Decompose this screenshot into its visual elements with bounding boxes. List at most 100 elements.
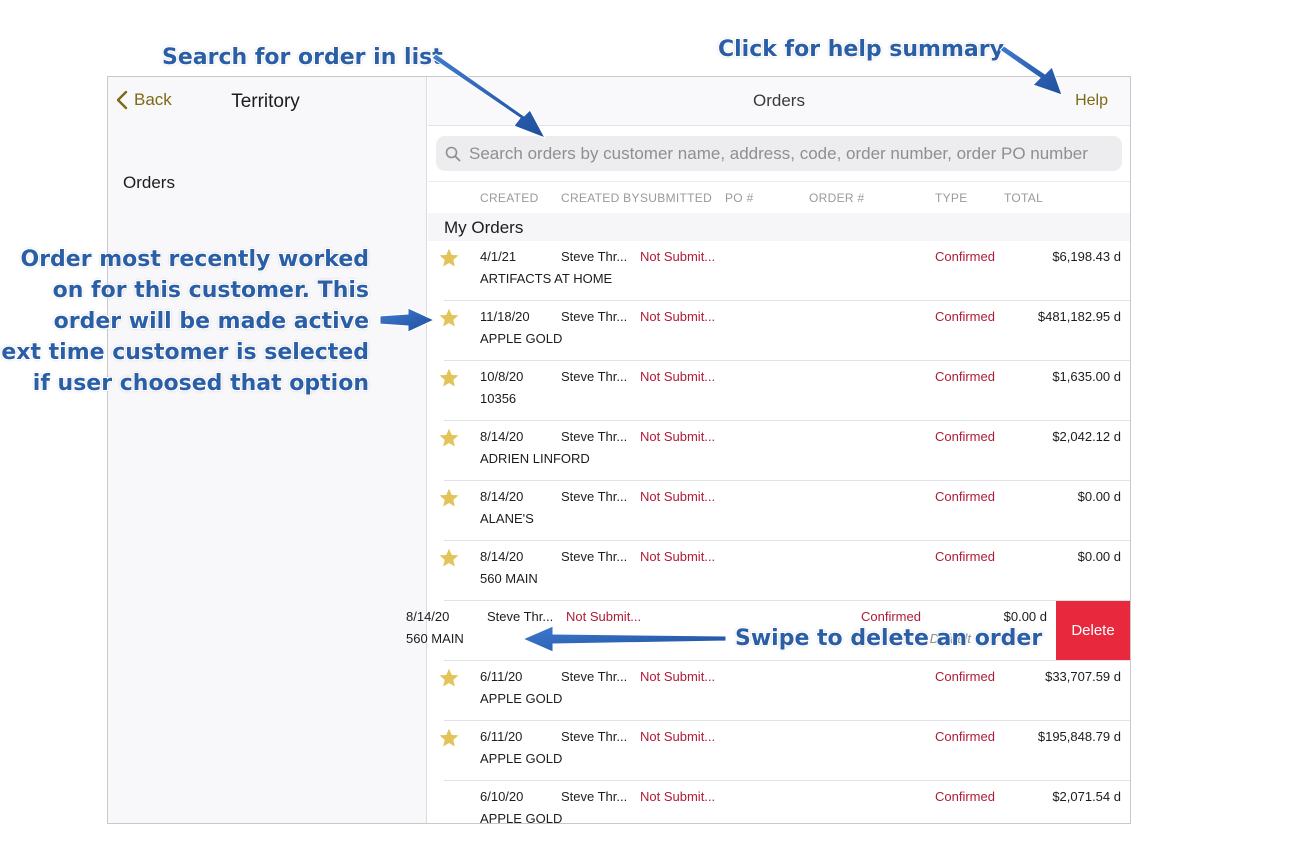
search-field[interactable] [436, 136, 1122, 171]
star-icon [439, 488, 459, 507]
order-row[interactable]: 8/14/20 Steve Thr... Not Submit... Confirme… [428, 481, 1130, 541]
order-created-by: Steve Thr... [561, 669, 628, 684]
star-icon [439, 308, 459, 327]
ipad-frame: Back Territory Orders Orders Help CREATE… [107, 76, 1131, 824]
order-created-by: Steve Thr... [561, 549, 628, 564]
annotation-recent-line: next time customer is selected [0, 340, 369, 365]
delete-button[interactable]: Delete [1056, 601, 1130, 660]
order-customer: 10356 [480, 391, 517, 406]
annotation-recent-line: order will be made active [53, 309, 369, 334]
order-type: Confirmed [935, 789, 995, 804]
order-created: 8/14/20 [406, 609, 450, 624]
order-type: Confirmed [935, 669, 995, 684]
order-type: Confirmed [935, 489, 995, 504]
order-submitted-status: Not Submit... [640, 549, 716, 564]
order-created: 8/14/20 [480, 489, 524, 504]
order-created-by: Steve Thr... [561, 789, 628, 804]
column-header-total[interactable]: TOTAL [1004, 191, 1043, 205]
column-header-created[interactable]: CREATED [480, 191, 539, 205]
order-row[interactable]: 6/11/20 Steve Thr... Not Submit... Confirme… [428, 661, 1130, 721]
order-customer: 560 MAIN [406, 631, 464, 646]
order-type: Confirmed [935, 249, 995, 264]
order-created: 8/14/20 [480, 429, 524, 444]
order-total: $481,182.95 d [1037, 309, 1121, 324]
order-created: 4/1/21 [480, 249, 517, 264]
annotation-help: Click for help summary [718, 37, 1004, 62]
order-row[interactable]: 4/1/21 Steve Thr... Not Submit... Confirmed… [428, 241, 1130, 301]
order-created-by: Steve Thr... [487, 609, 554, 624]
order-total: $2,042.12 d [1052, 429, 1121, 444]
column-headers: CREATED CREATED BY SUBMITTED PO # ORDER … [428, 183, 1130, 213]
order-submitted-status: Not Submit... [640, 789, 716, 804]
order-total: $2,071.54 d [1052, 789, 1121, 804]
order-row[interactable]: 6/10/20 Steve Thr... Not Submit... Confirme… [428, 781, 1130, 824]
sidebar: Back Territory Orders [108, 77, 427, 823]
order-total: $0.00 d [1077, 489, 1121, 504]
order-submitted-status: Not Submit... [640, 489, 716, 504]
annotation-search: Search for order in list [162, 45, 443, 70]
order-row-content: 11/18/20 Steve Thr... Not Submit... Confirm… [428, 301, 1130, 360]
star-icon [439, 428, 459, 447]
order-row[interactable]: 11/18/20 Steve Thr... Not Submit... Confirm… [428, 301, 1130, 361]
order-customer: APPLE GOLD [480, 751, 563, 766]
order-row-content: 6/11/20 Steve Thr... Not Submit... Confirme… [428, 721, 1130, 780]
order-created: 6/10/20 [480, 789, 524, 804]
order-submitted-status: Not Submit... [640, 669, 716, 684]
star-icon [439, 548, 459, 567]
annotation-recent-line: on for this customer. This [52, 278, 369, 303]
order-submitted-status: Not Submit... [640, 309, 716, 324]
order-total: $0.00 d [1077, 549, 1121, 564]
annotation-recent-order: Order most recently worked on for this c… [0, 244, 369, 399]
column-header-po[interactable]: PO # [725, 191, 754, 205]
order-submitted-status: Not Submit... [640, 369, 716, 384]
order-total: $195,848.79 d [1037, 729, 1121, 744]
search-input[interactable] [469, 143, 1109, 164]
column-header-order[interactable]: ORDER # [809, 191, 864, 205]
order-submitted-status: Not Submit... [640, 729, 716, 744]
annotation-recent-line: Order most recently worked [20, 247, 370, 272]
order-row-content: 10/8/20 Steve Thr... Not Submit... Confirme… [428, 361, 1130, 420]
order-submitted-status: Not Submit... [640, 249, 716, 264]
order-row-content: 6/11/20 Steve Thr... Not Submit... Confirme… [428, 661, 1130, 720]
order-customer: APPLE GOLD [480, 811, 563, 824]
search-icon [445, 146, 461, 161]
star-icon [439, 248, 459, 267]
order-created: 6/11/20 [480, 729, 523, 744]
order-type: Confirmed [935, 369, 995, 384]
order-row[interactable]: 8/14/20 Steve Thr... Not Submit... Confirme… [428, 421, 1130, 481]
star-icon [439, 368, 459, 387]
order-customer: 560 MAIN [480, 571, 538, 586]
order-created-by: Steve Thr... [561, 429, 628, 444]
order-customer: ADRIEN LINFORD [480, 451, 590, 466]
annotation-recent-line: if user choosed that option [32, 371, 369, 396]
order-created: 11/18/20 [480, 309, 530, 324]
order-created-by: Steve Thr... [561, 729, 628, 744]
order-submitted-status: Not Submit... [566, 609, 642, 624]
order-customer: ALANE'S [480, 511, 534, 526]
search-bar [428, 126, 1130, 182]
sidebar-item-orders[interactable]: Orders [123, 173, 175, 193]
order-type: Confirmed [861, 609, 921, 624]
order-row-content: 8/14/20 Steve Thr... Not Submit... Confirme… [428, 541, 1130, 600]
sidebar-title: Territory [231, 91, 300, 112]
order-total: $6,198.43 d [1052, 249, 1121, 264]
order-created-by: Steve Thr... [561, 249, 628, 264]
order-type: Confirmed [935, 549, 995, 564]
star-icon [439, 728, 459, 747]
order-created-by: Steve Thr... [561, 309, 628, 324]
column-header-type[interactable]: TYPE [935, 191, 968, 205]
order-total: $1,635.00 d [1052, 369, 1121, 384]
order-row[interactable]: 10/8/20 Steve Thr... Not Submit... Confirme… [428, 361, 1130, 421]
order-row[interactable]: 6/11/20 Steve Thr... Not Submit... Confirme… [428, 721, 1130, 781]
help-button[interactable]: Help [1075, 92, 1108, 110]
column-header-submitted[interactable]: SUBMITTED [640, 191, 712, 205]
order-customer: APPLE GOLD [480, 331, 563, 346]
order-total: $0.00 d [1003, 609, 1047, 624]
column-header-created-by[interactable]: CREATED BY [561, 191, 640, 205]
order-type: Confirmed [935, 429, 995, 444]
order-row-content: 8/14/20 Steve Thr... Not Submit... Confirme… [428, 421, 1130, 480]
order-row[interactable]: 8/14/20 Steve Thr... Not Submit... Confirme… [428, 541, 1130, 601]
order-customer: ARTIFACTS AT HOME [480, 271, 613, 286]
order-created-by: Steve Thr... [561, 489, 628, 504]
section-header: My Orders [428, 213, 1130, 241]
